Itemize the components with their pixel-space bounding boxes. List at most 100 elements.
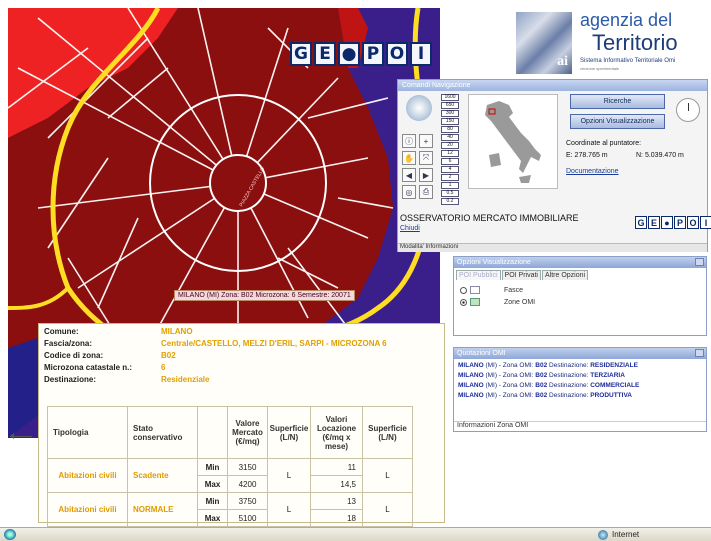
geopoi-letter: ●	[338, 42, 360, 66]
cell-val-min: 3150	[227, 458, 268, 476]
field-key: Destinazione:	[44, 375, 97, 384]
item-text: (MI) - Zona OMI:	[483, 362, 536, 369]
scale-step[interactable]: 1600	[441, 94, 459, 101]
cell-loc-min: 13	[310, 492, 363, 510]
col-tipologia: Tipologia	[47, 406, 128, 459]
cell-sup2: L	[362, 492, 413, 527]
coordinate-north: N: 5.039.470 m	[636, 152, 684, 159]
item-zona: B02	[535, 372, 548, 379]
cell-val-min: 3750	[227, 492, 268, 510]
scale-step[interactable]: 80	[441, 126, 459, 133]
info-field: Codice di zona: B02	[39, 351, 444, 363]
cell-stato: NORMALE	[127, 492, 198, 527]
compass-icon[interactable]	[406, 95, 432, 121]
tab-poi-pubblici[interactable]: POI Pubblici	[456, 270, 501, 280]
scale-step[interactable]: 300	[441, 110, 459, 117]
scale-step[interactable]: 12	[441, 150, 459, 157]
chiudi-link[interactable]: Chiudi	[400, 225, 420, 232]
logo-line-3: Sistema Informativo Territoriale Omi	[580, 58, 676, 64]
nav-tool-buttons: ⓘ + ✋ ⤧ ◀ ▶ ◎ ⎙	[402, 134, 434, 199]
scale-step[interactable]: 150	[441, 118, 459, 125]
scale-step[interactable]: 650	[441, 102, 459, 109]
radio-button-selected[interactable]	[460, 298, 467, 306]
cell-loc-min: 11	[310, 458, 363, 476]
quotazione-item[interactable]: MILANO (MI) - Zona OMI: B02 Destinazione…	[458, 382, 703, 392]
item-destinazione: PRODUTTIVA	[590, 392, 633, 399]
cell-max-label: Max	[197, 509, 228, 527]
modalita-tabs[interactable]: Modalita' Informazioni	[398, 243, 707, 252]
left-arrow-icon[interactable]	[10, 433, 32, 439]
quotazione-item[interactable]: MILANO (MI) - Zona OMI: B02 Destinazione…	[458, 392, 703, 402]
geopoi-letter: E	[648, 216, 660, 229]
info-field: Fascia/zona: Centrale/CASTELLO, MELZI D'E…	[39, 339, 444, 351]
informazioni-zona-footer[interactable]: Informazioni Zona OMI	[454, 421, 706, 431]
print-icon[interactable]: ⎙	[419, 185, 433, 199]
field-value: B02	[161, 351, 176, 360]
scale-step[interactable]: 20	[441, 142, 459, 149]
nav-panel-title: Comandi Navigazione	[398, 80, 707, 91]
field-value: 6	[161, 363, 166, 372]
info-tool-icon[interactable]: ⓘ	[402, 134, 416, 148]
map-tooltip: MILANO (MI) Zona: B02 Microzona: 6 Semes…	[174, 290, 355, 301]
cell-tipologia: Abitazioni civili	[47, 492, 128, 527]
tab-poi-privati[interactable]: POI Privati	[501, 270, 541, 280]
close-icon[interactable]	[695, 349, 704, 357]
coordinate-east: E: 278.765 m	[566, 152, 608, 159]
field-value: Centrale/CASTELLO, MELZI D'ERIL, SARPI -…	[161, 339, 387, 348]
field-key: Fascia/zona:	[44, 339, 93, 348]
cell-max-label: Max	[197, 475, 228, 493]
scale-step[interactable]: 0.2	[441, 198, 459, 205]
cell-min-label: Min	[197, 458, 228, 476]
documentazione-link[interactable]: Documentazione	[566, 168, 619, 175]
geopoi-letter: O	[687, 216, 699, 229]
field-value: MILANO	[161, 327, 193, 336]
scale-step[interactable]: 2	[441, 174, 459, 181]
cell-tipologia: Abitazioni civili	[47, 458, 128, 493]
item-destinazione: RESIDENZIALE	[590, 362, 638, 369]
zoom-box-icon[interactable]: ⤧	[419, 151, 433, 165]
table-row: Abitazioni civili NORMALE Min 3750 L 13 …	[47, 492, 413, 527]
scale-step[interactable]: 1	[441, 182, 459, 189]
option-label: Zone OMI	[504, 298, 536, 306]
logo-line-2: Territorio	[592, 30, 678, 55]
scale-step[interactable]: 6	[441, 158, 459, 165]
quotazioni-title-text: Quotazioni OMI	[457, 350, 506, 357]
item-comune: MILANO	[458, 372, 484, 379]
option-fasce[interactable]: Fasce	[460, 286, 523, 294]
back-arrow-icon[interactable]: ◀	[402, 168, 416, 182]
option-zone-omi[interactable]: Zone OMI	[460, 298, 535, 306]
col-superficie: Superficie (L/N)	[362, 406, 413, 459]
info-field: Microzona catastale n.: 6	[39, 363, 444, 375]
scale-step[interactable]: 40	[441, 134, 459, 141]
cell-loc-max: 18	[310, 509, 363, 527]
field-key: Codice di zona:	[44, 351, 104, 360]
italy-overview-map[interactable]	[468, 94, 558, 189]
tab-altre-opzioni[interactable]: Altre Opzioni	[541, 270, 589, 280]
quotazione-item[interactable]: MILANO (MI) - Zona OMI: B02 Destinazione…	[458, 362, 703, 372]
fasce-icon	[470, 286, 480, 294]
close-icon[interactable]	[695, 258, 704, 266]
cell-sup1: L	[267, 492, 311, 527]
scale-step[interactable]: 0.5	[441, 190, 459, 197]
browser-status-bar: Internet	[0, 527, 711, 541]
zone-info-popup: Comune: MILANO Fascia/zona: Centrale/CASTE…	[38, 323, 445, 527]
scale-step[interactable]: 4	[441, 166, 459, 173]
geopoi-letter: G	[635, 216, 647, 229]
cell-stato: Scadente	[127, 458, 198, 493]
item-text: Destinazione:	[547, 372, 591, 379]
item-zona: B02	[535, 392, 548, 399]
radio-button[interactable]	[460, 286, 467, 294]
col-valore: Valore Mercato (€/mq)	[227, 406, 268, 459]
quotazione-item[interactable]: MILANO (MI) - Zona OMI: B02 Destinazione…	[458, 372, 703, 382]
item-text: Destinazione:	[547, 362, 591, 369]
pan-hand-icon[interactable]: ✋	[402, 151, 416, 165]
zoom-in-icon[interactable]: +	[419, 134, 433, 148]
col-stato: Stato conservativo	[127, 406, 198, 459]
zone-omi-icon	[470, 298, 480, 306]
forward-arrow-icon[interactable]: ▶	[419, 168, 433, 182]
globe-icon[interactable]: ◎	[402, 185, 416, 199]
opzioni-visualizzazione-button[interactable]: Opzioni Visualizzazione	[570, 114, 665, 129]
ricerche-button[interactable]: Ricerche	[570, 94, 665, 109]
quotazioni-panel-title: Quotazioni OMI	[454, 348, 706, 359]
geopoi-letter: E	[314, 42, 336, 66]
